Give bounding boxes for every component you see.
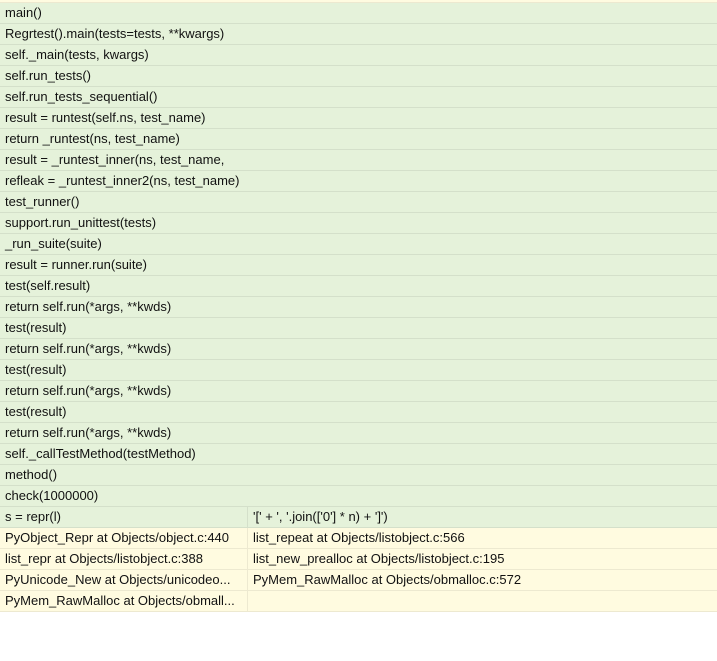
frame-text: return self.run(*args, **kwds) — [0, 297, 717, 317]
frame-text: support.run_unittest(tests) — [0, 213, 717, 233]
frame-right: '[' + ', '.join(['0'] * n) + ']') — [248, 507, 717, 527]
table-row[interactable]: self._main(tests, kwargs) — [0, 45, 717, 66]
frame-right — [248, 591, 717, 611]
frame-text: result = runner.run(suite) — [0, 255, 717, 275]
table-row[interactable]: check(1000000) — [0, 486, 717, 507]
table-row[interactable]: test(result) — [0, 318, 717, 339]
frame-text: result = _runtest_inner(ns, test_name, — [0, 150, 717, 170]
table-row[interactable]: test(result) — [0, 360, 717, 381]
frame-text: self._main(tests, kwargs) — [0, 45, 717, 65]
frame-left: PyUnicode_New at Objects/unicodeo... — [0, 570, 248, 590]
table-row[interactable]: _run_suite(suite) — [0, 234, 717, 255]
table-row[interactable]: result = runner.run(suite) — [0, 255, 717, 276]
table-row[interactable]: return _runtest(ns, test_name) — [0, 129, 717, 150]
frame-text: result = runtest(self.ns, test_name) — [0, 108, 717, 128]
table-row[interactable]: return self.run(*args, **kwds) — [0, 339, 717, 360]
frame-left: s = repr(l) — [0, 507, 248, 527]
table-row[interactable]: return self.run(*args, **kwds) — [0, 381, 717, 402]
table-row[interactable]: list_repr at Objects/listobject.c:388lis… — [0, 549, 717, 570]
frame-text: return _runtest(ns, test_name) — [0, 129, 717, 149]
frame-left: list_repr at Objects/listobject.c:388 — [0, 549, 248, 569]
frame-text: self._callTestMethod(testMethod) — [0, 444, 717, 464]
frame-text: return self.run(*args, **kwds) — [0, 339, 717, 359]
table-row[interactable]: test_runner() — [0, 192, 717, 213]
table-row[interactable]: PyMem_RawMalloc at Objects/obmall... — [0, 591, 717, 612]
frame-right: list_repeat at Objects/listobject.c:566 — [248, 528, 717, 548]
frame-text: check(1000000) — [0, 486, 717, 506]
table-row[interactable]: result = _runtest_inner(ns, test_name, — [0, 150, 717, 171]
table-row[interactable]: return self.run(*args, **kwds) — [0, 423, 717, 444]
frame-left: PyObject_Repr at Objects/object.c:440 — [0, 528, 248, 548]
table-row[interactable]: main() — [0, 3, 717, 24]
table-row[interactable]: return self.run(*args, **kwds) — [0, 297, 717, 318]
frame-text: return self.run(*args, **kwds) — [0, 423, 717, 443]
table-row[interactable]: self.run_tests() — [0, 66, 717, 87]
frame-text: main() — [0, 3, 717, 23]
table-row[interactable]: method() — [0, 465, 717, 486]
frame-text: self.run_tests_sequential() — [0, 87, 717, 107]
stack-trace-table: main()Regrtest().main(tests=tests, **kwa… — [0, 3, 717, 612]
frame-text: return self.run(*args, **kwds) — [0, 381, 717, 401]
table-row[interactable]: refleak = _runtest_inner2(ns, test_name) — [0, 171, 717, 192]
table-row[interactable]: PyUnicode_New at Objects/unicodeo...PyMe… — [0, 570, 717, 591]
frame-right: list_new_prealloc at Objects/listobject.… — [248, 549, 717, 569]
frame-left: PyMem_RawMalloc at Objects/obmall... — [0, 591, 248, 611]
frame-right: PyMem_RawMalloc at Objects/obmalloc.c:57… — [248, 570, 717, 590]
table-row[interactable]: result = runtest(self.ns, test_name) — [0, 108, 717, 129]
table-row[interactable]: support.run_unittest(tests) — [0, 213, 717, 234]
frame-text: test(self.result) — [0, 276, 717, 296]
frame-text: refleak = _runtest_inner2(ns, test_name) — [0, 171, 717, 191]
table-row[interactable]: self.run_tests_sequential() — [0, 87, 717, 108]
table-row[interactable]: s = repr(l)'[' + ', '.join(['0'] * n) + … — [0, 507, 717, 528]
table-row[interactable]: test(self.result) — [0, 276, 717, 297]
frame-text: test(result) — [0, 318, 717, 338]
frame-text: test(result) — [0, 360, 717, 380]
frame-text: _run_suite(suite) — [0, 234, 717, 254]
frame-text: test_runner() — [0, 192, 717, 212]
table-row[interactable]: PyObject_Repr at Objects/object.c:440lis… — [0, 528, 717, 549]
frame-text: test(result) — [0, 402, 717, 422]
frame-text: method() — [0, 465, 717, 485]
frame-text: Regrtest().main(tests=tests, **kwargs) — [0, 24, 717, 44]
table-row[interactable]: test(result) — [0, 402, 717, 423]
frame-text: self.run_tests() — [0, 66, 717, 86]
table-row[interactable]: self._callTestMethod(testMethod) — [0, 444, 717, 465]
table-row[interactable]: Regrtest().main(tests=tests, **kwargs) — [0, 24, 717, 45]
